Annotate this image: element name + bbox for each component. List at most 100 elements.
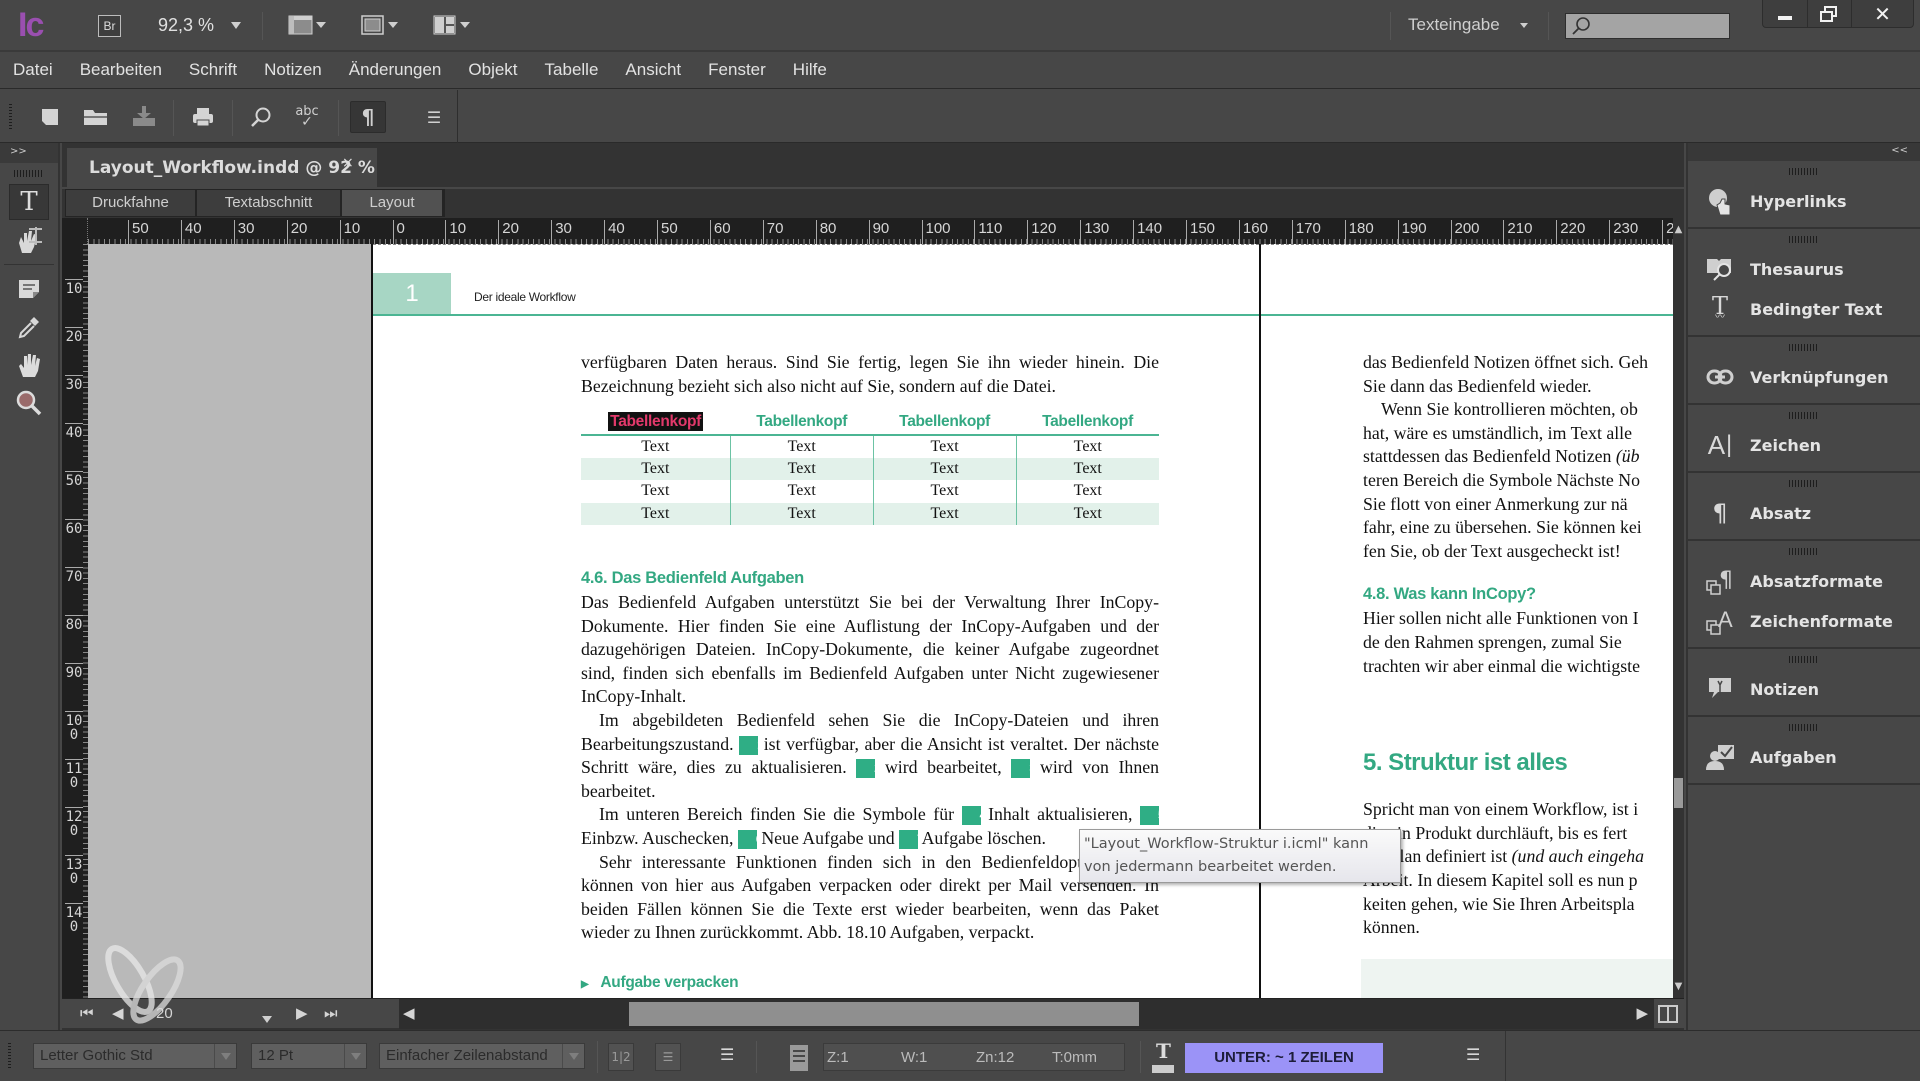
panel-absatzformate[interactable]: ¶ Absatzformate [1688,561,1920,601]
table-cell[interactable]: Text [581,435,730,458]
table-header-cell[interactable]: Tabellenkopf [730,409,874,436]
workspace-switcher[interactable]: Texteingabe [1408,15,1529,35]
type-tool[interactable]: T [9,184,49,220]
hand-tool[interactable] [9,347,49,383]
tab-textabschnitt[interactable]: Textabschnitt [197,190,340,216]
tab-layout[interactable]: Layout [342,190,442,216]
print-button[interactable] [189,103,217,131]
panel-grip[interactable] [1789,656,1819,663]
minimize-button[interactable] [1763,0,1808,27]
toolbar-grip[interactable] [8,1043,11,1069]
menu-fenster[interactable]: Fenster [708,60,766,80]
zoom-tool[interactable] [9,385,49,421]
dropdown-button[interactable] [562,1044,584,1068]
scrollbar-thumb[interactable] [1674,778,1683,808]
save-button[interactable] [130,103,158,131]
note-tool[interactable] [9,271,49,307]
panel-grip[interactable] [1789,724,1819,731]
menu-bearbeiten[interactable]: Bearbeiten [80,60,162,80]
table-cell[interactable]: Text [729,502,874,525]
table-cell[interactable]: Text [729,480,874,503]
arrange-documents-button[interactable] [432,14,470,36]
table-cell[interactable]: Text [581,502,731,525]
status-menu-button[interactable]: ☰ [720,1045,734,1064]
position-tool[interactable] [9,222,49,258]
text-frame-main[interactable]: 4.6. Das Bedienfeld Aufgaben Das Bedienf… [581,565,1165,998]
panel-grip[interactable] [1789,236,1819,243]
horizontal-ruler[interactable]: 50 40 30 20 10 0 10 20 30 40 50 60 70 80 90 100 110 120 13… [88,218,1673,244]
scroll-right-button[interactable]: ▶ [1636,1004,1648,1022]
scroll-down-button[interactable]: ▼ [1673,981,1684,992]
new-document-button[interactable] [36,103,64,131]
font-family-select[interactable]: Letter Gothic Std [33,1043,237,1069]
table-cell[interactable]: Text [1015,435,1159,458]
eyedropper-tool[interactable] [9,309,49,345]
panel-grip[interactable] [1789,168,1819,175]
table-cell[interactable]: Text [1015,502,1159,525]
menu-hilfe[interactable]: Hilfe [793,60,827,80]
restore-button[interactable] [1808,0,1853,27]
table-cell[interactable]: Text [1015,457,1159,480]
open-button[interactable] [82,103,110,131]
view-options-button[interactable] [360,14,398,36]
table-cell[interactable]: Text [872,435,1017,458]
table-cell[interactable]: Text [872,457,1017,480]
table-cell[interactable]: Text [729,435,874,458]
vertical-ruler[interactable]: 10 20 30 40 50 60 70 80 90 100 110 120 130 140 [62,244,88,998]
show-hidden-characters-button[interactable]: ¶ [350,101,386,133]
vertical-scrollbar[interactable]: ▲ ▼ [1673,218,1684,998]
expand-panel-button[interactable]: >> [0,143,58,163]
panel-thesaurus[interactable]: Thesaurus [1688,249,1920,289]
panel-grip[interactable] [14,170,44,177]
panel-aufgaben[interactable]: Aufgaben [1688,737,1920,777]
panel-bedingter-text[interactable]: T 〰 Bedingter Text [1688,289,1920,329]
table-cell[interactable]: Text [581,457,731,480]
table-cell[interactable]: Text [581,480,730,503]
content-table[interactable]: Tabellenkopf Tabellenkopf Tabellenkopf T… [581,409,1159,525]
help-search-input[interactable] [1565,13,1730,39]
horizontal-scrollbar[interactable]: ◀ ▶ [399,999,1654,1029]
panel-grip[interactable] [1789,344,1819,351]
scroll-left-button[interactable]: ◀ [403,1004,415,1022]
menu-objekt[interactable]: Objekt [468,60,517,80]
scroll-up-button[interactable]: ▲ [1673,224,1684,235]
spellcheck-button[interactable]: abc ✓ [293,103,321,131]
panel-zeichen[interactable]: A | Zeichen [1688,425,1920,465]
table-header-cell[interactable]: Tabellenkopf [873,409,1017,436]
menu-schrift[interactable]: Schrift [189,60,237,80]
panel-grip[interactable] [1789,480,1819,487]
panel-grip[interactable] [1789,412,1819,419]
toolbar-grip[interactable] [9,104,12,130]
table-header-cell[interactable]: Tabellenkopf [581,409,731,436]
bridge-button[interactable]: Br [98,15,121,37]
table-header-cell[interactable]: Tabellenkopf [1016,409,1159,436]
panel-zeichenformate[interactable]: A Zeichenformate [1688,601,1920,641]
last-page-button[interactable]: ⏭ [324,1004,338,1022]
table-cell[interactable]: Text [872,502,1017,525]
text-frame-intro[interactable]: verfügbaren Daten heraus. Sind Sie ferti… [581,351,1159,398]
find-button[interactable] [247,103,275,131]
text-frame-right[interactable]: das Bedienfeld Notizen öffnet sich. Geh … [1363,351,1673,940]
tab-druckfahne[interactable]: Druckfahne [66,190,195,216]
document-tab[interactable]: Layout_Workflow.indd @ 92 % × [67,148,377,187]
scrollbar-thumb[interactable] [629,1002,1139,1026]
style-column-button[interactable]: ☰ [655,1043,681,1071]
page-dropdown-button[interactable] [262,1009,272,1027]
menu-ansicht[interactable]: Ansicht [625,60,681,80]
panel-hyperlinks[interactable]: Hyperlinks [1688,181,1920,221]
menu-datei[interactable]: Datei [13,60,53,80]
first-page-button[interactable]: ⏮ [80,1004,94,1022]
next-page-button[interactable]: ▶ [296,1004,308,1022]
status-options-button[interactable]: ☰ [1466,1045,1480,1064]
split-window-button[interactable] [1658,1005,1678,1023]
menu-aenderungen[interactable]: Änderungen [349,60,442,80]
menu-tabelle[interactable]: Tabelle [545,60,599,80]
panel-grip[interactable] [1789,548,1819,555]
line-numbers-button[interactable]: 1|2 [608,1043,634,1071]
line-spacing-select[interactable]: Einfacher Zeilenabstand [379,1043,585,1069]
panel-absatz[interactable]: ¶ Absatz [1688,493,1920,533]
screen-mode-button[interactable] [288,14,326,36]
font-size-select[interactable]: 12 Pt [251,1043,367,1069]
table-cell[interactable]: Text [872,480,1017,503]
close-document-button[interactable]: × [342,155,354,171]
